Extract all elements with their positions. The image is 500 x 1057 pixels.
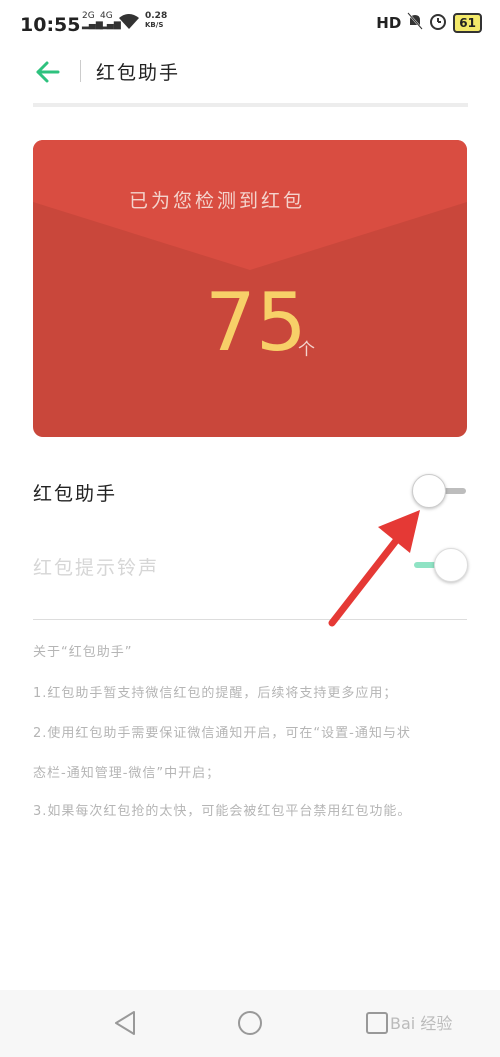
status-right-icons: HD 61: [376, 12, 482, 34]
mute-icon: [407, 12, 424, 34]
speed-unit: KB/S: [145, 21, 164, 29]
speed-value: 0.28: [145, 11, 168, 21]
nav-recents-icon[interactable]: [365, 1011, 389, 1035]
title-divider: [80, 60, 81, 82]
signal-2g-label: 2G: [82, 11, 95, 21]
ringtone-toggle-knob: [434, 548, 468, 582]
alarm-icon: [429, 12, 447, 34]
envelope-count: 75: [205, 276, 307, 369]
watermark-logo: Bai 经验: [390, 1014, 453, 1033]
about-heading: 关于“红包助手”: [33, 645, 133, 660]
clock: 10:55: [20, 14, 81, 36]
assistant-label: 红包助手: [33, 483, 118, 505]
header-divider: [33, 103, 468, 107]
assistant-toggle-knob: [412, 474, 446, 508]
about-line-2a: 2.使用红包助手需要保证微信通知开启，可在“设置-通知与状: [33, 726, 411, 741]
signal-4g-label: 4G: [100, 11, 113, 21]
hd-label: HD: [376, 14, 402, 32]
back-arrow-icon[interactable]: [34, 58, 62, 86]
network-speed: 0.28 KB/S: [145, 12, 167, 30]
status-bar: 10:55 2G ▂▄▆ 4G ▂▄▆ 0.28 KB/S HD 61: [0, 0, 500, 48]
assistant-toggle[interactable]: [412, 473, 468, 509]
about-line-2b: 态栏-通知管理-微信”中开启；: [33, 766, 221, 781]
ringtone-label: 红包提示铃声: [33, 557, 160, 579]
about-line-3: 3.如果每次红包抢的太快，可能会被红包平台禁用红包功能。: [33, 804, 412, 819]
battery-indicator: 61: [453, 13, 482, 33]
nav-back-icon[interactable]: [112, 1010, 138, 1036]
wifi-icon: [118, 13, 140, 36]
annotation-arrow-icon: [328, 510, 420, 627]
about-line-1: 1.红包助手暂支持微信红包的提醒，后续将支持更多应用；: [33, 686, 398, 701]
page-title: 红包助手: [96, 62, 181, 84]
nav-home-icon[interactable]: [237, 1010, 263, 1036]
detected-message: 已为您检测到红包: [128, 190, 305, 212]
envelope-count-unit: 个: [298, 340, 315, 360]
